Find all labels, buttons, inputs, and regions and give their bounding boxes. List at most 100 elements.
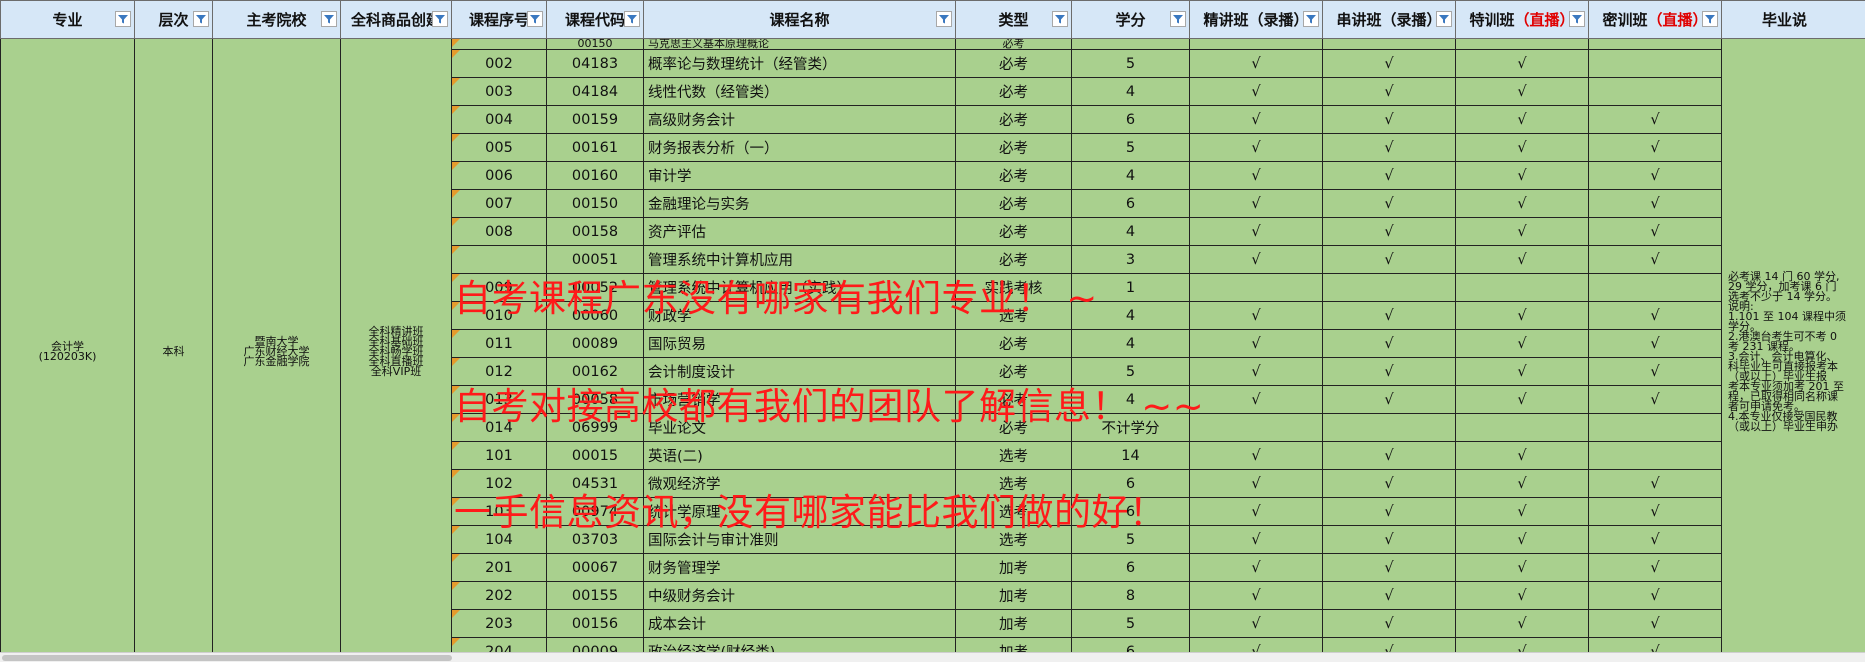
texun-cell[interactable]: √ bbox=[1455, 553, 1589, 582]
course-name-cell[interactable]: 英语(二) bbox=[643, 441, 956, 470]
filter-icon[interactable] bbox=[624, 11, 640, 27]
code-cell[interactable]: 04183 bbox=[546, 49, 644, 78]
course-name-cell[interactable]: 管理系统中计算机应用 bbox=[643, 245, 956, 274]
seq-cell[interactable]: 102 bbox=[451, 469, 547, 498]
graduation-note-cell[interactable]: 必考课 14 门 60 学分, 29 学分，加考课 6 门选考不少于 14 学分。… bbox=[1721, 38, 1865, 662]
chuanjiang-cell[interactable]: √ bbox=[1322, 329, 1456, 358]
type-cell[interactable]: 必考 bbox=[955, 217, 1072, 246]
jingjiang-cell[interactable]: √ bbox=[1189, 245, 1323, 274]
type-cell[interactable]: 实践考核 bbox=[955, 273, 1072, 302]
chuanjiang-cell[interactable]: √ bbox=[1322, 581, 1456, 610]
header-chuanjiang[interactable]: 串讲班（录播） bbox=[1322, 0, 1456, 39]
jingjiang-cell[interactable] bbox=[1189, 273, 1323, 302]
course-name-cell[interactable]: 统计学原理 bbox=[643, 497, 956, 526]
type-cell[interactable]: 必考 bbox=[955, 77, 1072, 106]
type-cell[interactable]: 加考 bbox=[955, 581, 1072, 610]
credit-cell[interactable]: 4 bbox=[1071, 217, 1190, 246]
header-seq[interactable]: 课程序号 bbox=[451, 0, 547, 39]
texun-cell[interactable]: √ bbox=[1455, 133, 1589, 162]
jingjiang-cell[interactable]: √ bbox=[1189, 161, 1323, 190]
jingjiang-cell[interactable]: √ bbox=[1189, 385, 1323, 414]
type-cell[interactable]: 必考 bbox=[955, 189, 1072, 218]
seq-cell[interactable]: 006 bbox=[451, 161, 547, 190]
mixun-cell[interactable]: √ bbox=[1588, 609, 1722, 638]
seq-cell[interactable]: 005 bbox=[451, 133, 547, 162]
header-jingjiang[interactable]: 精讲班（录播） bbox=[1189, 0, 1323, 39]
chuanjiang-cell[interactable]: √ bbox=[1322, 385, 1456, 414]
major-cell[interactable]: 会计学 (120203K) bbox=[0, 38, 135, 662]
credit-cell[interactable]: 5 bbox=[1071, 49, 1190, 78]
type-cell[interactable]: 选考 bbox=[955, 497, 1072, 526]
jingjiang-cell[interactable]: √ bbox=[1189, 105, 1323, 134]
course-name-cell[interactable]: 成本会计 bbox=[643, 609, 956, 638]
chuanjiang-cell[interactable] bbox=[1322, 273, 1456, 302]
mixun-cell[interactable]: √ bbox=[1588, 105, 1722, 134]
mixun-cell[interactable] bbox=[1588, 273, 1722, 302]
mixun-cell[interactable]: √ bbox=[1588, 301, 1722, 330]
header-code[interactable]: 课程代码 bbox=[546, 0, 644, 39]
header-note[interactable]: 毕业说 bbox=[1721, 0, 1865, 39]
type-cell[interactable]: 选考 bbox=[955, 301, 1072, 330]
jingjiang-cell[interactable]: √ bbox=[1189, 189, 1323, 218]
mixun-cell[interactable]: √ bbox=[1588, 357, 1722, 386]
texun-cell[interactable]: √ bbox=[1455, 581, 1589, 610]
texun-cell[interactable]: √ bbox=[1455, 105, 1589, 134]
code-cell[interactable]: 00060 bbox=[546, 301, 644, 330]
seq-cell[interactable]: 004 bbox=[451, 105, 547, 134]
seq-cell[interactable]: 012 bbox=[451, 357, 547, 386]
mixun-cell[interactable]: √ bbox=[1588, 245, 1722, 274]
code-cell[interactable]: 03703 bbox=[546, 525, 644, 554]
jingjiang-cell[interactable] bbox=[1189, 413, 1323, 442]
chuanjiang-cell[interactable]: √ bbox=[1322, 77, 1456, 106]
course-name-cell[interactable]: 财政学 bbox=[643, 301, 956, 330]
credit-cell[interactable]: 1 bbox=[1071, 273, 1190, 302]
texun-cell[interactable]: √ bbox=[1455, 49, 1589, 78]
header-name[interactable]: 课程名称 bbox=[643, 0, 956, 39]
type-cell[interactable]: 必考 bbox=[955, 357, 1072, 386]
credit-cell[interactable]: 4 bbox=[1071, 161, 1190, 190]
mixun-cell[interactable]: √ bbox=[1588, 189, 1722, 218]
filter-icon[interactable] bbox=[1052, 11, 1068, 27]
seq-cell[interactable]: 010 bbox=[451, 301, 547, 330]
seq-cell[interactable]: 201 bbox=[451, 553, 547, 582]
chuanjiang-cell[interactable]: √ bbox=[1322, 469, 1456, 498]
filter-icon[interactable] bbox=[1170, 11, 1186, 27]
texun-cell[interactable]: √ bbox=[1455, 301, 1589, 330]
type-cell[interactable]: 必考 bbox=[955, 133, 1072, 162]
course-name-cell[interactable]: 会计制度设计 bbox=[643, 357, 956, 386]
code-cell[interactable]: 00058 bbox=[546, 385, 644, 414]
mixun-cell[interactable]: √ bbox=[1588, 581, 1722, 610]
jingjiang-cell[interactable]: √ bbox=[1189, 441, 1323, 470]
course-name-cell[interactable]: 中级财务会计 bbox=[643, 581, 956, 610]
level-cell[interactable]: 本科 bbox=[134, 38, 213, 662]
code-cell[interactable]: 00067 bbox=[546, 553, 644, 582]
chuanjiang-cell[interactable]: √ bbox=[1322, 357, 1456, 386]
jingjiang-cell[interactable]: √ bbox=[1189, 609, 1323, 638]
credit-cell[interactable]: 4 bbox=[1071, 329, 1190, 358]
mixun-cell[interactable] bbox=[1588, 77, 1722, 106]
credit-cell[interactable]: 14 bbox=[1071, 441, 1190, 470]
texun-cell[interactable]: √ bbox=[1455, 161, 1589, 190]
mixun-cell[interactable]: √ bbox=[1588, 553, 1722, 582]
chuanjiang-cell[interactable] bbox=[1322, 413, 1456, 442]
course-name-cell[interactable]: 线性代数（经管类） bbox=[643, 77, 956, 106]
credit-cell[interactable]: 5 bbox=[1071, 609, 1190, 638]
chuanjiang-cell[interactable]: √ bbox=[1322, 301, 1456, 330]
chuanjiang-cell[interactable] bbox=[1322, 38, 1456, 50]
filter-icon[interactable] bbox=[1569, 11, 1585, 27]
type-cell[interactable]: 必考 bbox=[955, 329, 1072, 358]
course-name-cell[interactable]: 资产评估 bbox=[643, 217, 956, 246]
filter-icon[interactable] bbox=[1702, 11, 1718, 27]
jingjiang-cell[interactable]: √ bbox=[1189, 49, 1323, 78]
mixun-cell[interactable] bbox=[1588, 49, 1722, 78]
type-cell[interactable]: 必考 bbox=[955, 49, 1072, 78]
course-name-cell[interactable]: 管理系统中计算机应用（实践） bbox=[643, 273, 956, 302]
texun-cell[interactable]: √ bbox=[1455, 77, 1589, 106]
seq-cell[interactable]: 002 bbox=[451, 49, 547, 78]
jingjiang-cell[interactable]: √ bbox=[1189, 357, 1323, 386]
code-cell[interactable]: 00162 bbox=[546, 357, 644, 386]
seq-cell[interactable]: 011 bbox=[451, 329, 547, 358]
filter-icon[interactable] bbox=[1436, 11, 1452, 27]
code-cell[interactable]: 00158 bbox=[546, 217, 644, 246]
credit-cell[interactable]: 5 bbox=[1071, 357, 1190, 386]
